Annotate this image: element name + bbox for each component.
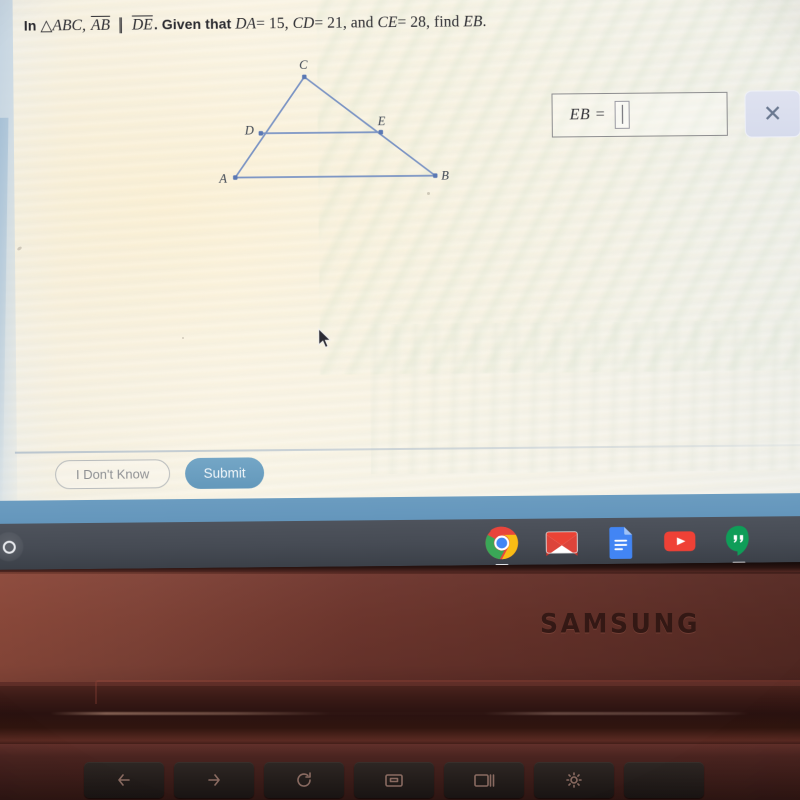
figure-vertex-e <box>378 129 384 135</box>
key-fullscreen[interactable] <box>354 762 434 798</box>
gmail-icon[interactable] <box>545 525 579 559</box>
key-back[interactable] <box>84 762 164 798</box>
key-extra[interactable] <box>624 762 704 798</box>
figure-vertex-a <box>233 175 238 180</box>
photo-of-chromebook-screen: SAMSUNG In △ABC, AB ∥ DE. Given that DA=… <box>0 0 800 800</box>
figure-vertex-b <box>433 173 438 178</box>
youtube-icon[interactable] <box>663 524 697 558</box>
figure-label-c: C <box>299 57 308 72</box>
hinge-seam <box>95 680 800 704</box>
answer-input[interactable] <box>614 100 631 129</box>
samsung-brand-logo: SAMSUNG <box>540 608 701 639</box>
submit-button[interactable]: Submit <box>184 457 265 490</box>
figure-label-d: D <box>244 123 254 138</box>
answer-box[interactable]: EB = <box>551 91 728 138</box>
figure-vertex-c <box>302 74 307 80</box>
figure-label-a: A <box>219 171 227 186</box>
hangouts-icon[interactable] <box>722 524 756 564</box>
key-overview[interactable] <box>444 762 524 798</box>
footer-divider <box>14 444 800 454</box>
chrome-icon[interactable] <box>485 526 519 567</box>
close-button[interactable]: ✕ <box>744 90 800 138</box>
figure-label-b: B <box>441 168 449 183</box>
key-forward[interactable] <box>174 762 254 798</box>
key-reload[interactable] <box>264 762 344 798</box>
figure-label-e: E <box>377 114 386 129</box>
figure-vertex-d <box>258 131 264 136</box>
question-page: In △ABC, AB ∥ DE. Given that DA= 15, CD=… <box>0 0 800 570</box>
laptop-screen: In △ABC, AB ∥ DE. Given that DA= 15, CD=… <box>0 0 800 570</box>
figure-segment-cb <box>303 76 437 177</box>
docs-icon[interactable] <box>604 525 638 559</box>
figure-segment-de <box>259 131 382 135</box>
figure-segment-ab <box>234 174 437 179</box>
answer-label: EB = <box>569 106 607 124</box>
mouse-cursor <box>318 327 332 348</box>
i-dont-know-button[interactable]: I Don't Know <box>54 459 171 490</box>
key-brightness[interactable] <box>534 762 614 798</box>
close-icon: ✕ <box>762 100 783 127</box>
launcher-circle-icon <box>2 540 16 554</box>
hinge-highlight <box>50 712 750 715</box>
